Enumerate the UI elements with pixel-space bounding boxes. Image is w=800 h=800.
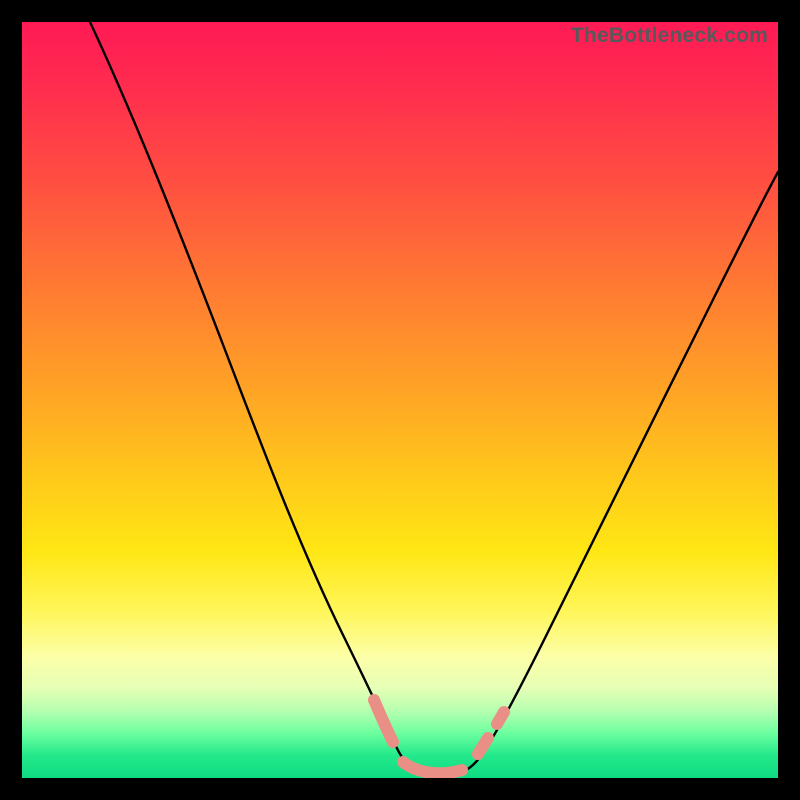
salmon-dot-right (478, 738, 488, 754)
trough-markers (374, 700, 504, 773)
salmon-dot-right-2 (497, 712, 504, 724)
bottleneck-curve (90, 22, 778, 776)
salmon-segment-mid (403, 762, 462, 773)
salmon-segment-left (374, 700, 393, 742)
watermark-text: TheBottleneck.com (571, 24, 768, 48)
plot-area: TheBottleneck.com (22, 22, 778, 778)
chart-frame: TheBottleneck.com (0, 0, 800, 800)
curve-layer (22, 22, 778, 778)
